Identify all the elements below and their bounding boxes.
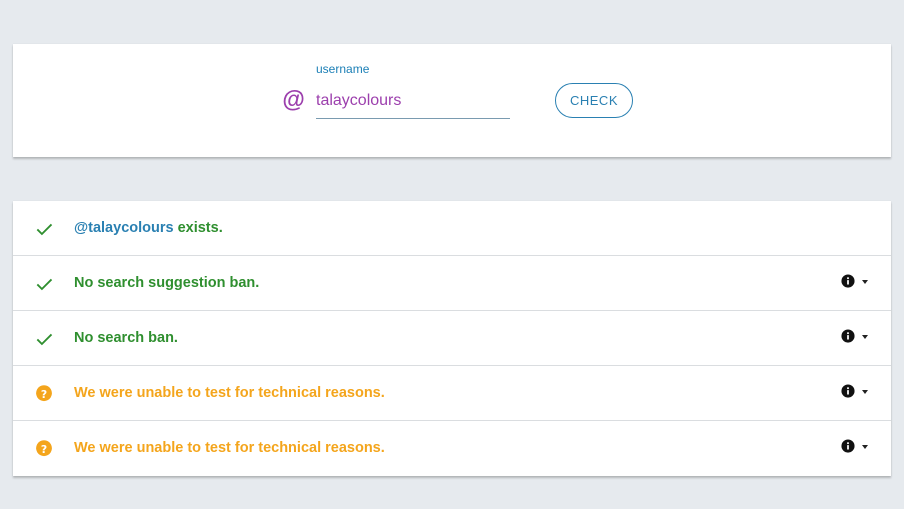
at-icon: @ [282,86,305,112]
caret-down-icon [862,445,868,449]
result-text: No search ban. [74,330,178,346]
caret-down-icon [862,280,868,284]
svg-text:?: ? [41,443,47,456]
svg-text:?: ? [41,388,47,401]
check-icon [36,223,53,236]
info-icon [841,329,855,343]
result-suffix: exists. [173,220,223,236]
info-icon [841,274,855,288]
result-row-search-suggestion-ban: No search suggestion ban. [13,256,891,311]
username-label: username [316,62,370,76]
result-row-test-unavailable: ? We were unable to test for technical r… [13,366,891,421]
caret-down-icon [862,335,868,339]
question-icon: ? [36,385,52,402]
details-toggle[interactable] [841,329,873,345]
search-card: @ username CHECK [13,44,891,157]
check-icon [36,278,53,291]
result-text: @talaycolours exists. [74,220,223,236]
result-row-test-unavailable: ? We were unable to test for technical r… [13,421,891,476]
result-row-search-ban: No search ban. [13,311,891,366]
result-text: No search suggestion ban. [74,275,260,291]
details-toggle[interactable] [841,439,873,455]
question-icon: ? [36,440,52,457]
details-toggle[interactable] [841,384,873,400]
check-button[interactable]: CHECK [555,83,633,118]
details-toggle[interactable] [841,274,873,290]
caret-down-icon [862,390,868,394]
info-icon [841,384,855,398]
handle-link[interactable]: @talaycolours [74,220,174,236]
results-list: @talaycolours exists. No search suggesti… [13,201,891,476]
check-icon [36,333,53,346]
result-text: We were unable to test for technical rea… [74,385,385,401]
username-input[interactable] [316,84,510,119]
result-text: We were unable to test for technical rea… [74,440,385,456]
result-row-exists: @talaycolours exists. [13,201,891,256]
info-icon [841,439,855,453]
